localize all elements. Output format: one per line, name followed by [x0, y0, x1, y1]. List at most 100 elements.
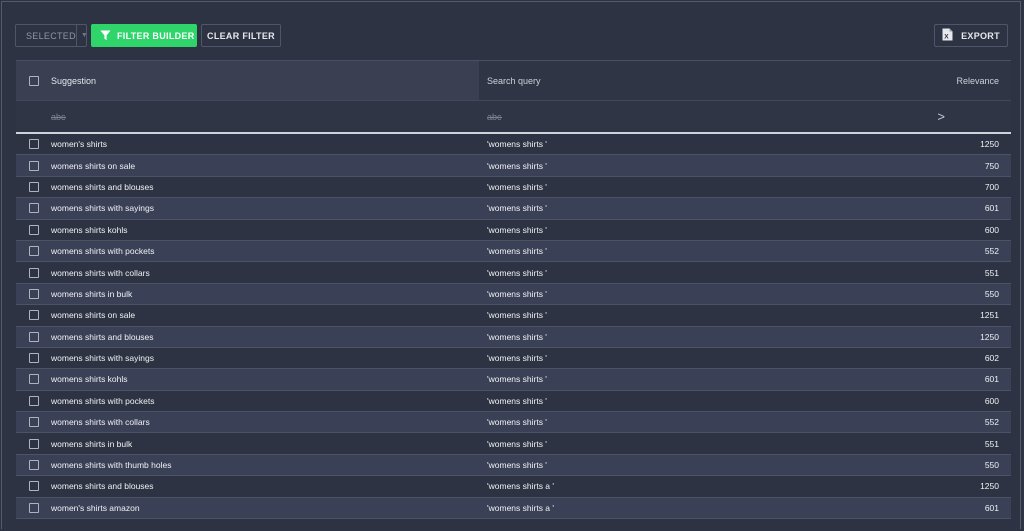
table-row[interactable]: women's shirts amazon 'womens shirts a ' 6… — [16, 497, 1011, 520]
relevance-cell: 1250 — [980, 331, 999, 342]
relevance-cell: 550 — [984, 288, 999, 299]
search-query-cell: 'womens shirts ' — [487, 438, 547, 449]
search-query-cell: 'womens shirts ' — [487, 374, 547, 385]
row-checkbox-cell — [16, 438, 51, 449]
table-row[interactable]: womens shirts with collars 'womens shirts… — [16, 262, 1011, 284]
row-checkbox-cell — [16, 374, 51, 385]
row-checkbox-cell — [16, 502, 51, 513]
suggestion-cell: womens shirts and blouses — [51, 331, 154, 342]
search-query-cell: 'womens shirts ' — [487, 224, 547, 235]
svg-text:X: X — [944, 34, 949, 41]
relevance-cell: 552 — [984, 246, 999, 257]
table-row[interactable]: womens shirts with collars 'womens shirts… — [16, 412, 1011, 434]
table-row[interactable]: womens shirts kohls 'womens shirts ' 601 — [16, 369, 1011, 391]
table-row[interactable]: womens shirts and blouses 'womens shirts … — [16, 176, 1011, 199]
export-button[interactable]: X EXPORT — [934, 24, 1008, 47]
suggestions-table: Suggestion Search query Relevance abc ab… — [16, 60, 1011, 520]
filter-builder-button[interactable]: FILTER BUILDER — [91, 24, 197, 47]
row-checkbox[interactable] — [28, 353, 39, 364]
row-checkbox[interactable] — [28, 481, 39, 492]
relevance-cell: 1251 — [980, 310, 999, 321]
table-row[interactable]: womens shirts with thumb holes 'womens sh… — [16, 454, 1011, 477]
row-checkbox-cell — [16, 181, 51, 192]
row-checkbox[interactable] — [28, 460, 39, 471]
suggestion-cell: women's shirts amazon — [51, 502, 140, 513]
column-header-suggestion[interactable]: Suggestion — [51, 61, 479, 100]
row-checkbox[interactable] — [28, 374, 39, 385]
suggestion-cell: womens shirts kohls — [51, 224, 128, 235]
relevance-filter-cell[interactable]: > — [911, 109, 1011, 124]
row-checkbox[interactable] — [28, 224, 39, 235]
table-row[interactable]: womens shirts kohls 'womens shirts ' 600 — [16, 219, 1011, 241]
table-row[interactable]: womens shirts in bulk 'womens shirts ' 550 — [16, 283, 1011, 306]
table-row[interactable]: womens shirts and blouses 'womens shirts … — [16, 326, 1011, 348]
row-checkbox[interactable] — [28, 139, 39, 150]
select-all-checkbox[interactable] — [28, 75, 39, 86]
table-row[interactable]: womens shirts on sale 'womens shirts ' 125… — [16, 305, 1011, 327]
row-checkbox[interactable] — [28, 160, 39, 171]
excel-file-icon: X — [942, 28, 953, 43]
suggestion-cell: womens shirts and blouses — [51, 181, 154, 192]
selected-dropdown[interactable]: SELECTED ▼ — [15, 24, 88, 47]
row-checkbox-cell — [16, 417, 51, 428]
relevance-cell: 1250 — [980, 139, 999, 150]
search-query-cell: 'womens shirts ' — [487, 288, 547, 299]
search-query-filter-cell[interactable]: abc — [479, 112, 911, 122]
suggestion-filter-cell[interactable]: abc — [51, 112, 479, 122]
row-checkbox[interactable] — [28, 246, 39, 257]
row-checkbox-cell — [16, 353, 51, 364]
row-checkbox[interactable] — [28, 288, 39, 299]
strike-line — [487, 116, 502, 118]
table-row[interactable]: womens shirts with sayings 'womens shirts… — [16, 347, 1011, 370]
row-checkbox[interactable] — [28, 310, 39, 321]
text-filter-icon[interactable]: abc — [51, 112, 66, 122]
relevance-cell: 1250 — [980, 481, 999, 492]
search-query-cell: 'womens shirts ' — [487, 460, 547, 471]
table-header: Suggestion Search query Relevance — [16, 60, 1011, 100]
column-header-relevance[interactable]: Relevance — [911, 61, 1011, 100]
row-checkbox[interactable] — [28, 417, 39, 428]
search-query-cell: 'womens shirts a ' — [487, 481, 555, 492]
relevance-cell: 600 — [984, 395, 999, 406]
row-checkbox-cell — [16, 395, 51, 406]
search-query-cell: 'womens shirts ' — [487, 310, 547, 321]
table-row[interactable]: womens shirts on sale 'womens shirts ' 750 — [16, 155, 1011, 177]
text-filter-icon[interactable]: abc — [487, 112, 502, 122]
row-checkbox-cell — [16, 460, 51, 471]
table-row[interactable]: womens shirts and blouses 'womens shirts … — [16, 476, 1011, 498]
table-row[interactable]: womens shirts with pockets 'womens shirts… — [16, 390, 1011, 413]
row-checkbox[interactable] — [28, 181, 39, 192]
row-checkbox-cell — [16, 224, 51, 235]
search-query-cell: 'womens shirts ' — [487, 267, 547, 278]
row-checkbox-cell — [16, 310, 51, 321]
row-checkbox[interactable] — [28, 267, 39, 278]
table-row[interactable]: womens shirts in bulk 'womens shirts ' 551 — [16, 433, 1011, 455]
table-row[interactable]: womens shirts with sayings 'womens shirts… — [16, 198, 1011, 220]
search-query-cell: 'womens shirts ' — [487, 246, 547, 257]
relevance-cell: 750 — [984, 160, 999, 171]
clear-filter-button[interactable]: CLEAR FILTER — [201, 24, 281, 47]
suggestion-cell: womens shirts on sale — [51, 310, 136, 321]
suggestion-cell: womens shirts on sale — [51, 160, 136, 171]
row-checkbox[interactable] — [28, 203, 39, 214]
suggestion-cell: womens shirts in bulk — [51, 288, 133, 299]
suggestion-cell: womens shirts in bulk — [51, 438, 133, 449]
table-row[interactable]: womens shirts with pockets 'womens shirts… — [16, 240, 1011, 263]
row-checkbox[interactable] — [28, 438, 39, 449]
relevance-cell: 552 — [984, 417, 999, 428]
suggestion-cell: womens shirts with sayings — [51, 353, 154, 364]
search-query-cell: 'womens shirts ' — [487, 203, 547, 214]
row-checkbox[interactable] — [28, 502, 39, 513]
suggestion-cell: womens shirts with collars — [51, 417, 150, 428]
selected-dropdown-label: SELECTED — [26, 30, 76, 41]
table-row[interactable]: women's shirts 'womens shirts ' 1250 — [16, 134, 1011, 156]
column-header-search-query[interactable]: Search query — [479, 61, 911, 100]
row-checkbox[interactable] — [28, 331, 39, 342]
greater-than-operator[interactable]: > — [937, 109, 945, 124]
suggestion-cell: womens shirts with collars — [51, 267, 150, 278]
suggestion-cell: women's shirts — [51, 139, 107, 150]
row-checkbox[interactable] — [28, 395, 39, 406]
row-checkbox-cell — [16, 246, 51, 257]
suggestion-cell: womens shirts kohls — [51, 374, 128, 385]
relevance-cell: 601 — [984, 203, 999, 214]
